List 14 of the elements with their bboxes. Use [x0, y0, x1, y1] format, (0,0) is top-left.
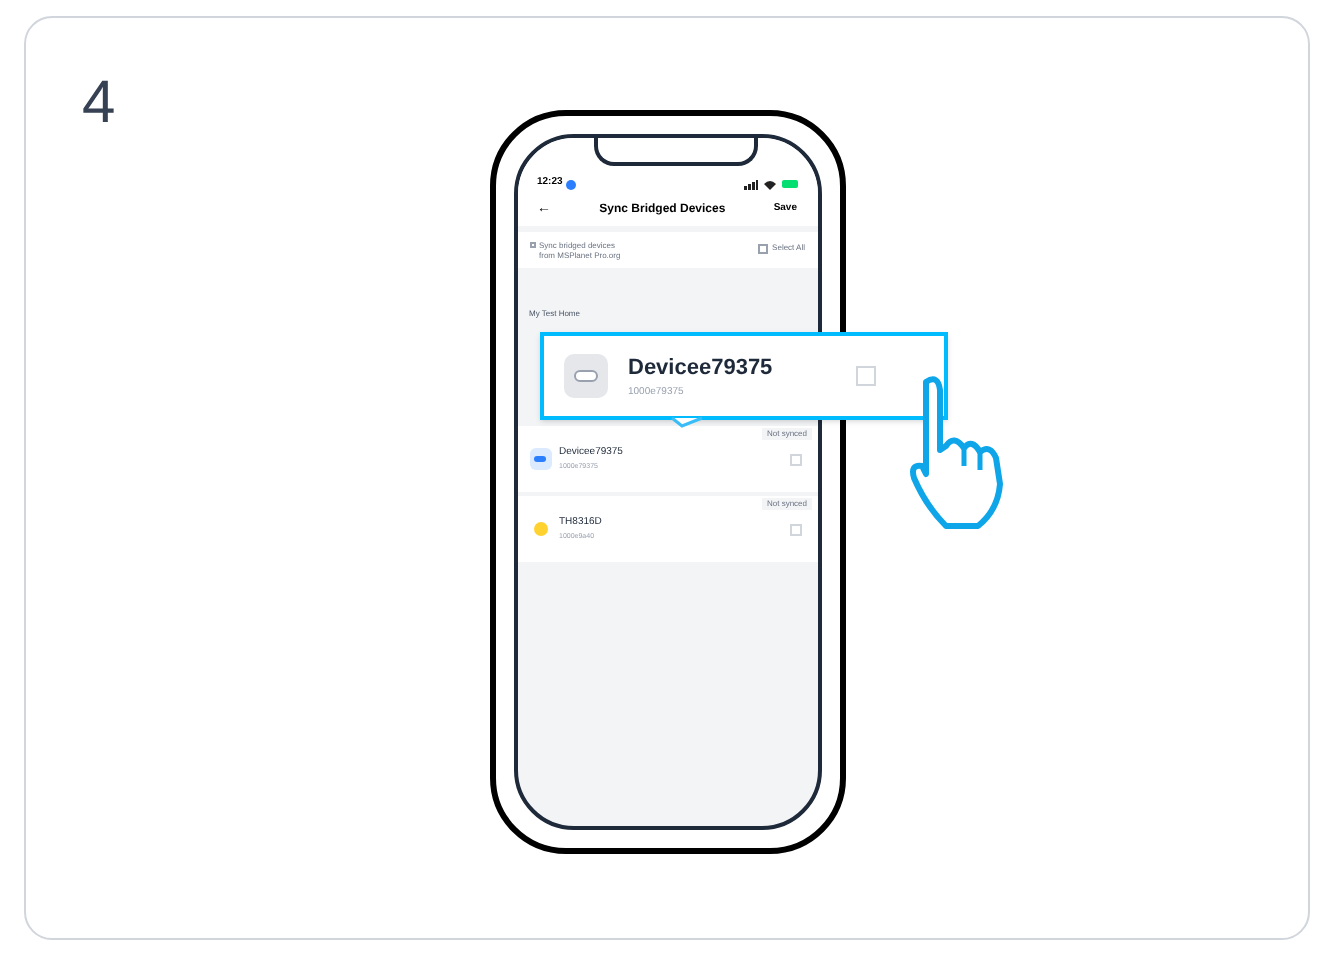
- bulb-device-icon: [529, 518, 551, 540]
- signal-icon: [743, 179, 757, 189]
- plug-device-icon: [564, 354, 608, 398]
- checkbox[interactable]: [789, 453, 801, 465]
- wifi-icon: [763, 179, 775, 189]
- checkbox[interactable]: [758, 243, 769, 253]
- checkbox[interactable]: [856, 366, 876, 386]
- plug-device-icon: [529, 448, 551, 470]
- location-icon: [566, 179, 577, 189]
- battery-icon: [781, 180, 797, 188]
- step-number: 4: [82, 74, 116, 134]
- device-name: Devicee79375: [628, 354, 775, 384]
- checkbox[interactable]: [529, 242, 535, 248]
- checkbox[interactable]: [789, 523, 801, 535]
